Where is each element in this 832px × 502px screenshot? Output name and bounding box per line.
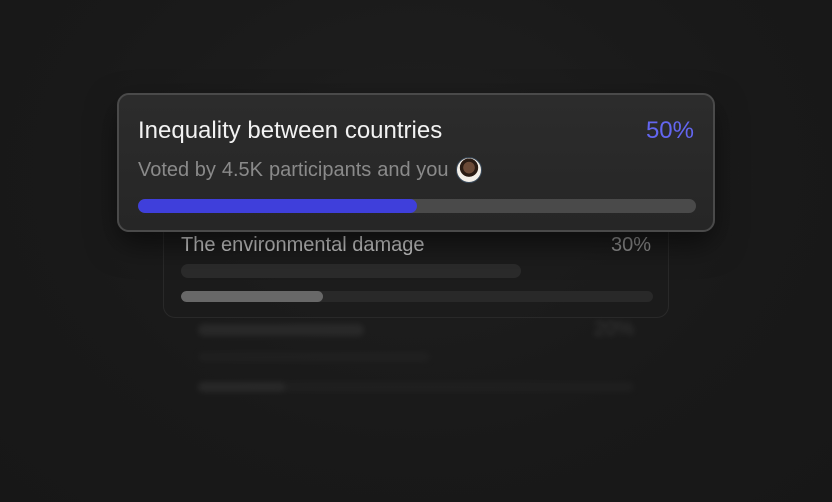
poll-option-1[interactable]: Inequality between countries 50% Voted b… xyxy=(117,93,715,232)
option-percent: 20% xyxy=(593,318,634,340)
option-title: Inequality between countries xyxy=(138,117,443,144)
option-title: The environmental damage xyxy=(181,234,425,256)
vote-meta: Voted by 4.5K participants and you xyxy=(138,157,483,183)
progress-track xyxy=(138,199,696,213)
poll-stage: 20% The environmental damage 30% Inequal… xyxy=(0,0,832,502)
option-meta-placeholder xyxy=(198,352,430,362)
progress-track xyxy=(181,291,653,302)
participants-label: participants xyxy=(269,158,372,181)
voted-by-label: Voted by xyxy=(138,158,216,181)
option-percent: 50% xyxy=(645,117,694,144)
option-title-placeholder xyxy=(198,324,364,336)
avatar xyxy=(456,157,483,183)
and-you-label: and you xyxy=(377,158,449,181)
vote-count: 4.5K xyxy=(221,158,263,181)
poll-option-3[interactable]: 20% xyxy=(190,312,642,402)
progress-track xyxy=(198,382,634,392)
progress-fill xyxy=(198,382,286,392)
option-meta-placeholder xyxy=(181,264,521,278)
progress-fill xyxy=(181,291,323,302)
option-percent: 30% xyxy=(610,234,651,256)
progress-fill xyxy=(138,199,417,213)
